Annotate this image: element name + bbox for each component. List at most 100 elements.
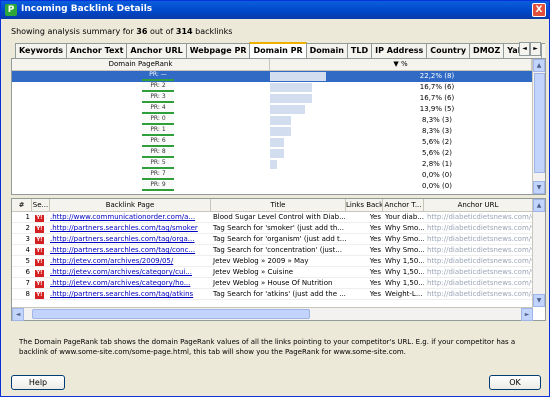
tab-country[interactable]: Country [426,43,471,58]
backlink-row[interactable]: 4 Y! .http://partners.searchles.com/tag/co… [12,245,533,256]
scroll-up-icon[interactable]: ▲ [533,199,545,212]
percent-value: 2,8% (1) [422,160,452,168]
title-bar[interactable]: P Incoming Backlink Details X [1,1,549,19]
pr-row[interactable]: PR: 4 13,9% (5) [12,104,532,115]
anchor-url-cell: http://diabeticdietsnews.com/wh... [427,279,533,287]
anchor-url-cell: http://diabeticdietsnews.com/at... [427,290,533,298]
number-cell: 7 [25,279,30,287]
backlink-page-cell[interactable]: .http://partners.searchles.com/tag/atkin… [50,289,211,300]
scroll-down-icon[interactable]: ▼ [533,294,545,307]
pagerank-label: PR: 3 [142,93,174,103]
anchor-text-cell: Why Smo... [385,235,424,243]
close-button[interactable]: X [532,3,546,17]
tab-anchor-text[interactable]: Anchor Text [66,43,128,58]
pr-row[interactable]: PR: 0 8,3% (3) [12,115,532,126]
backlink-page-cell[interactable]: .http://jetev.com/archives/2009/05/ [50,256,211,267]
tab-ip-address[interactable]: IP Address [371,43,428,58]
domain-pr-table: Domain PageRank ▼ % PR: — 22,2% (8) PR: 2 1… [11,58,546,195]
shown-count: 36 [136,27,148,36]
backlink-row[interactable]: 8 Y! .http://partners.searchles.com/tag/at… [12,289,533,300]
pr-table-vertical-scrollbar[interactable]: ▲ ▼ [532,59,545,194]
backlink-page-cell[interactable]: .http://partners.searchles.com/tag/orga.… [50,234,211,245]
pr-table-header: Domain PageRank ▼ % [12,59,532,71]
tab-tld[interactable]: TLD [346,43,373,58]
tab-domain[interactable]: Domain [305,43,348,58]
scroll-up-icon[interactable]: ▲ [533,59,545,72]
pr-row[interactable]: PR: 1 8,3% (3) [12,126,532,137]
backlink-row[interactable]: 6 Y! .http://jetev.com/archives/category/c… [12,267,533,278]
backlinks-table: # Se... Backlink Page Title Links Back Anchor… [11,198,546,321]
tab-scroll-left-icon[interactable]: ◄ [519,42,530,56]
anchor-url-cell: http://diabeticdietsnews.com/dia... [427,213,533,221]
incoming-backlink-details-window: P Incoming Backlink Details X Showing an… [0,0,550,397]
pr-row[interactable]: PR: 9 0,0% (0) [12,181,532,192]
pr-row[interactable]: PR: 3 16,7% (6) [12,93,532,104]
backlink-page-cell[interactable]: .http://jetev.com/archives/category/ho..… [50,278,211,289]
backlink-row[interactable]: 2 Y! .http://partners.searchles.com/tag/sm… [12,223,533,234]
backlink-row[interactable]: 7 Y! .http://jetev.com/archives/category/h… [12,278,533,289]
percent-bar [270,116,291,125]
links-back-cell: Yes [369,224,381,232]
pagerank-label: PR: 1 [142,126,174,136]
percent-bar [270,138,284,147]
pr-row[interactable]: PR: 8 5,6% (2) [12,148,532,159]
backlink-page-cell[interactable]: .http://jetev.com/archives/category/cui.… [50,267,211,278]
backlink-row[interactable]: 1 Y! .http://www.communicationorder.com/a.… [12,212,533,223]
help-button[interactable]: Help [11,375,65,390]
percent-value: 22,2% (8) [419,72,455,80]
analysis-tabs: Keywords Anchor Text Anchor URL Webpage PR D… [15,42,545,58]
pagerank-label: PR: 8 [142,148,174,158]
column-header-search-engine[interactable]: Se... [32,199,50,212]
pr-row[interactable]: PR: 2 16,7% (6) [12,82,532,93]
tab-webpage-pr[interactable]: Webpage PR [185,43,251,58]
links-back-cell: Yes [369,268,381,276]
column-header-domain-pagerank[interactable]: Domain PageRank [12,59,270,71]
anchor-url-cell: http://diabeticdietsnews.com/wh... [427,268,533,276]
column-header-title[interactable]: Title [211,199,346,212]
percent-bar [270,94,312,103]
backlink-page-cell[interactable]: .http://www.communicationorder.com/a... [50,212,211,223]
tab-domain-pr[interactable]: Domain PR [249,42,307,58]
percent-value: 5,6% (2) [422,149,452,157]
number-cell: 5 [25,257,30,265]
ok-button[interactable]: OK [489,375,541,390]
scroll-left-icon[interactable]: ◄ [12,308,24,321]
tab-keywords[interactable]: Keywords [15,43,68,58]
window-title: Incoming Backlink Details [21,4,153,14]
column-header-number[interactable]: # [12,199,32,212]
backlink-page-cell[interactable]: .http://partners.searchles.com/tag/conc.… [50,245,211,256]
scroll-thumb[interactable] [534,73,545,173]
column-header-anchor-url[interactable]: Anchor URL [424,199,533,212]
pr-row[interactable]: PR: 5 2,8% (1) [12,159,532,170]
yahoo-icon: Y! [35,237,44,244]
backlinks-vertical-scrollbar[interactable]: ▲ ▼ [532,199,545,307]
tab-description: The Domain PageRank tab shows the domain… [19,338,516,356]
search-engine-cell: Y! [32,245,50,256]
pr-row[interactable]: PR: 7 0,0% (0) [12,170,532,181]
horizontal-scroll-thumb[interactable] [32,309,310,319]
column-header-backlink-page[interactable]: Backlink Page [50,199,211,212]
pr-row[interactable]: PR: 6 5,6% (2) [12,137,532,148]
pr-row[interactable]: PR: — 22,2% (8) [12,71,532,82]
backlink-row[interactable]: 3 Y! .http://partners.searchles.com/tag/or… [12,234,533,245]
scroll-right-icon[interactable]: ► [521,308,533,321]
pagerank-label: PR: 6 [142,137,174,147]
tab-scroll-right-icon[interactable]: ► [530,42,541,56]
column-header-percent[interactable]: ▼ % [270,59,532,71]
column-header-links-back[interactable]: Links Back [346,199,383,212]
column-header-anchor-text[interactable]: Anchor T... [383,199,424,212]
scroll-down-icon[interactable]: ▼ [533,181,545,194]
backlinks-horizontal-scrollbar[interactable]: ◄ ► [12,307,533,321]
links-back-cell: Yes [369,235,381,243]
yahoo-icon: Y! [35,226,44,233]
backlink-row[interactable]: 5 Y! .http://jetev.com/archives/2009/05/Je… [12,256,533,267]
backlink-page-cell[interactable]: .http://partners.searchles.com/tag/smoke… [50,223,211,234]
number-cell: 1 [25,213,30,221]
tab-anchor-url[interactable]: Anchor URL [126,43,187,58]
percent-bar [270,127,291,136]
yahoo-icon: Y! [35,281,44,288]
tab-dmoz[interactable]: DMOZ [469,43,505,58]
title-cell: Blood Sugar Level Control with Diab... [213,213,346,221]
pagerank-label: PR: 4 [142,104,174,114]
links-back-cell: Yes [369,290,381,298]
